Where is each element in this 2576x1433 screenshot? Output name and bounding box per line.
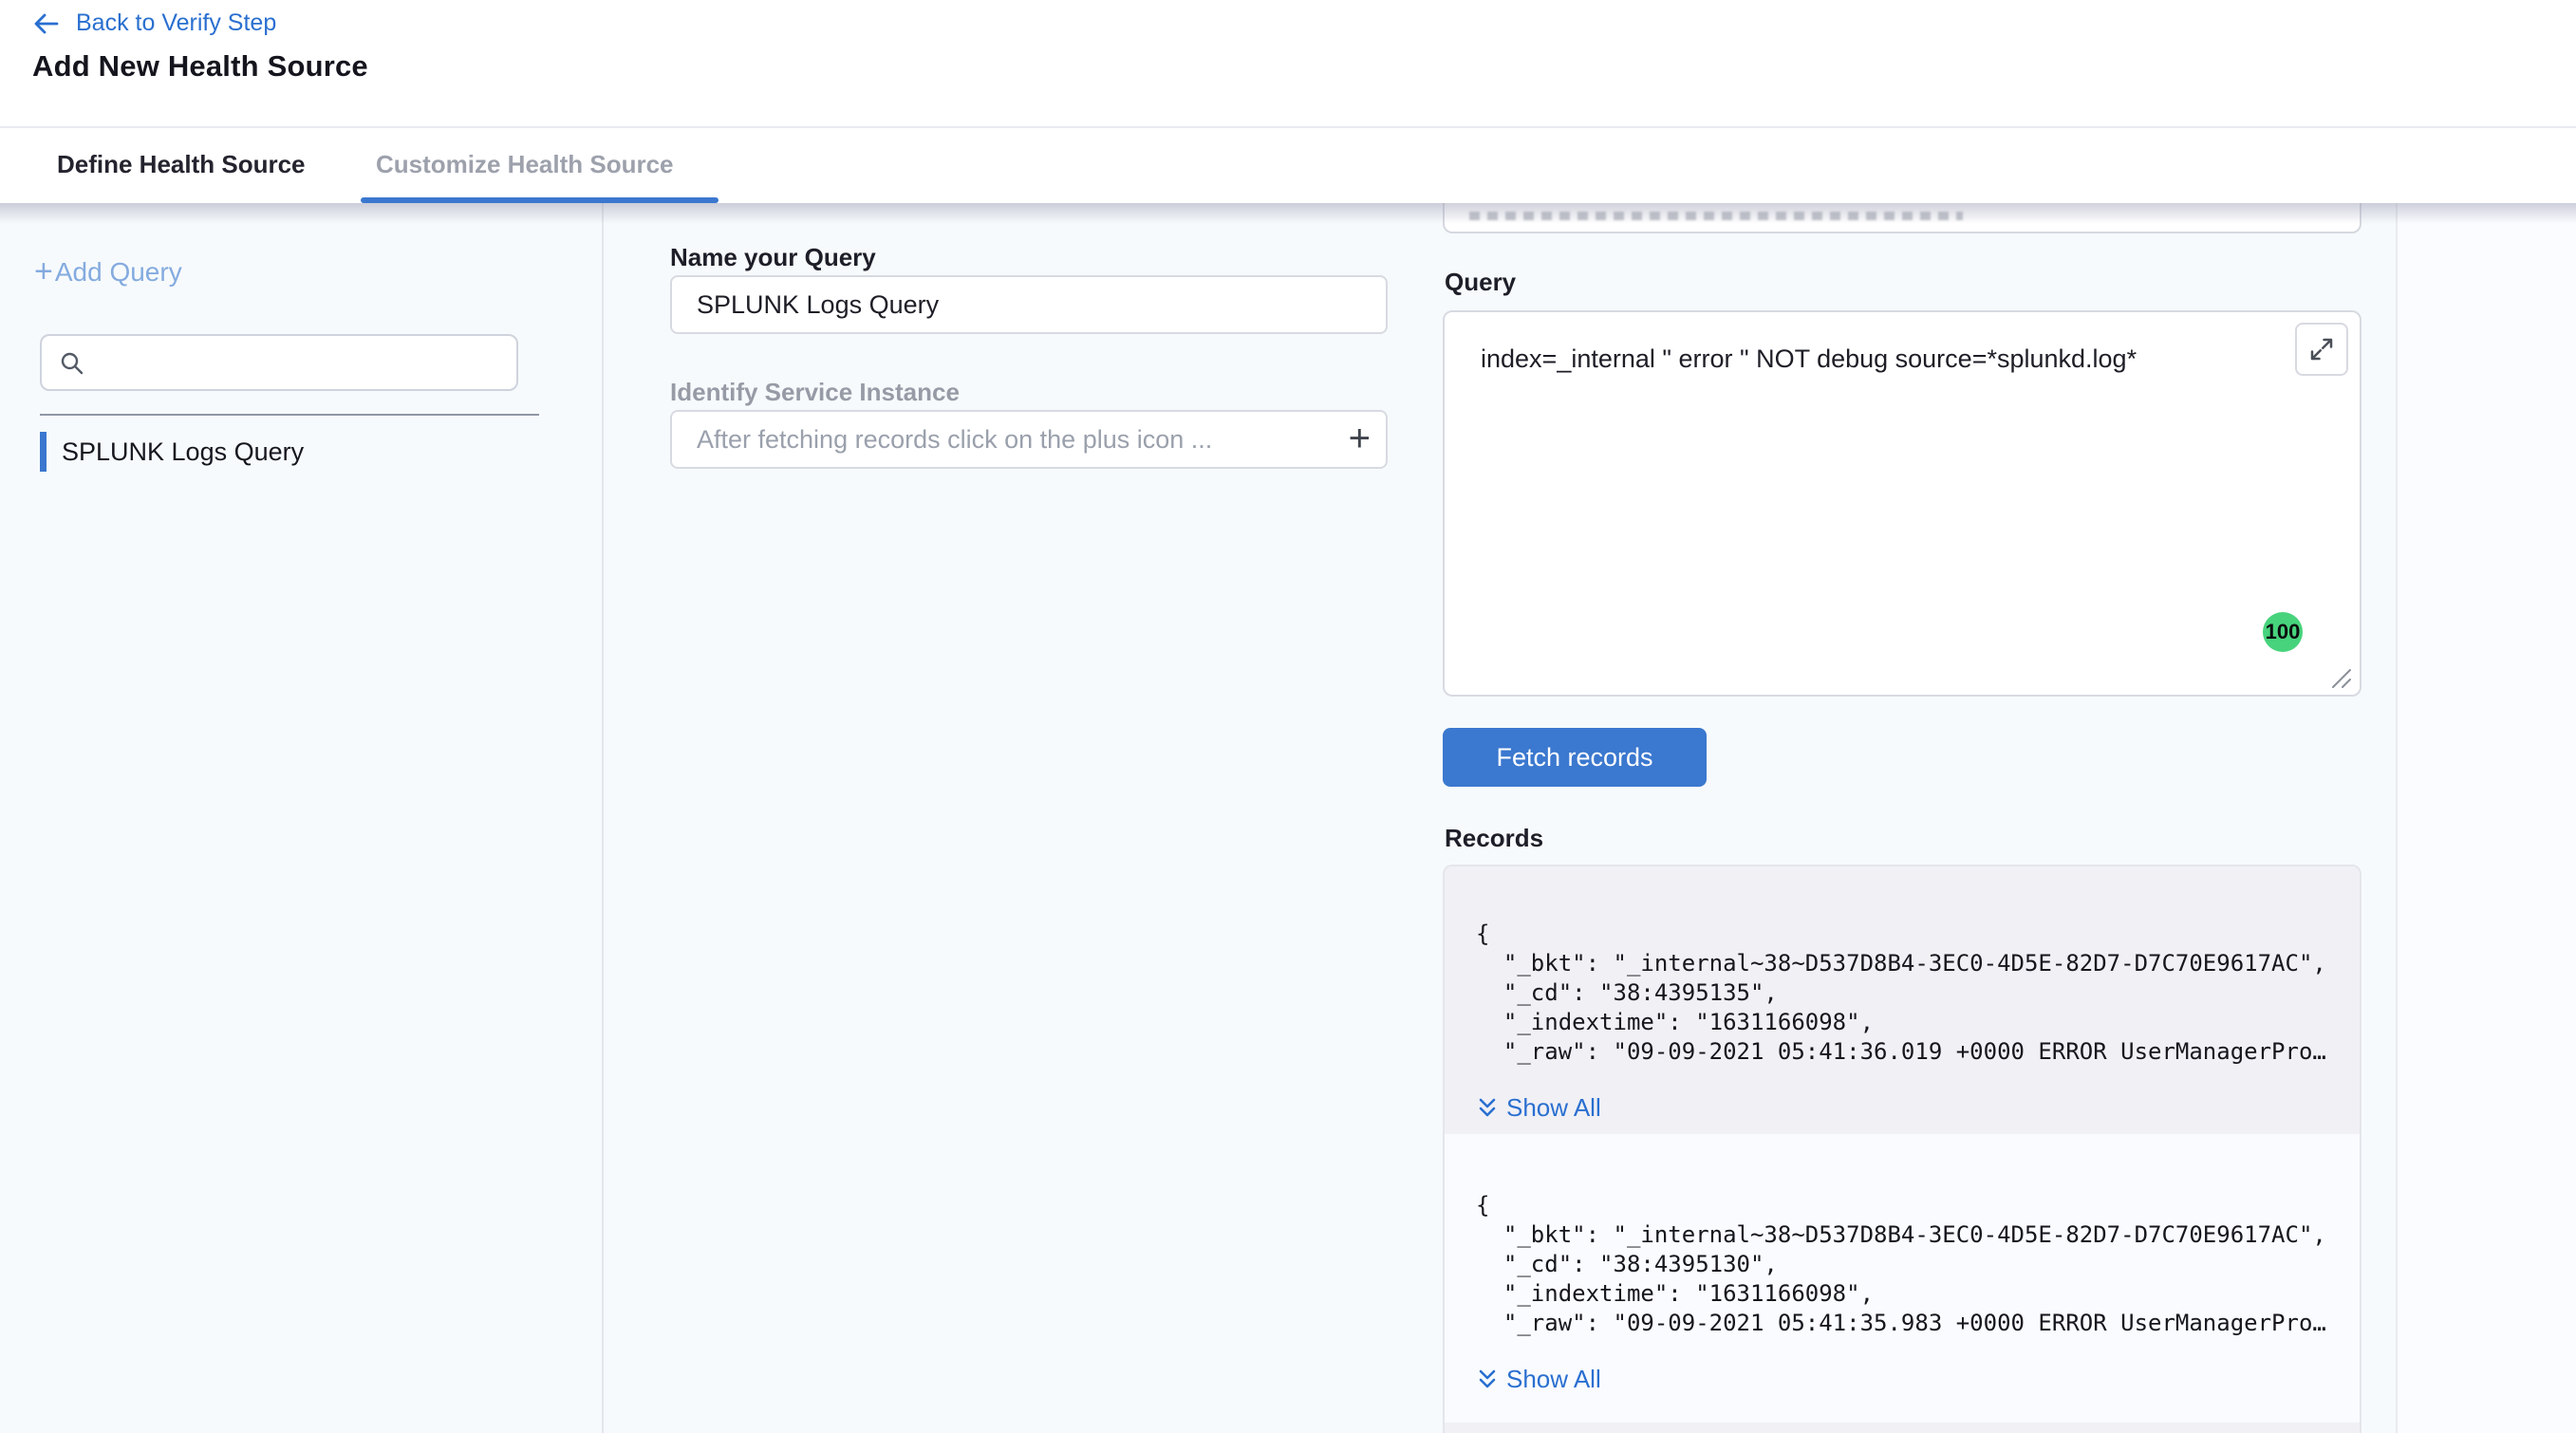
expand-query-button[interactable] — [2295, 323, 2348, 376]
double-chevron-down-icon — [1476, 1368, 1499, 1392]
query-name-input[interactable] — [670, 275, 1388, 334]
query-search-box — [40, 334, 518, 391]
sidebar-list-divider — [40, 414, 539, 416]
header-divider — [0, 126, 2576, 128]
show-all-label: Show All — [1506, 1365, 1601, 1394]
add-health-source-page: Back to Verify Step Add New Health Sourc… — [0, 0, 2576, 1433]
search-icon — [59, 350, 85, 377]
query-label: Query — [1445, 268, 1516, 297]
records-list: { "_bkt": "_internal~38~D537D8B4-3EC0-4D… — [1443, 865, 2361, 1433]
sidebar-item-splunk-logs-query[interactable]: SPLUNK Logs Query — [40, 431, 552, 473]
clipped-field-above[interactable] — [1443, 203, 2361, 233]
records-label: Records — [1445, 824, 1543, 853]
query-editor: index=_internal " error " NOT debug sour… — [1443, 310, 2361, 697]
tab-customize-health-source[interactable]: Customize Health Source — [376, 150, 674, 179]
double-chevron-down-icon — [1476, 1096, 1499, 1121]
show-all-link[interactable]: Show All — [1476, 1365, 2335, 1394]
record-card: { "_bkt": "_internal~38~D537D8B4-3EC0-4D… — [1445, 866, 2360, 1134]
service-instance-label: Identify Service Instance — [670, 378, 960, 407]
fetch-records-button[interactable]: Fetch records — [1443, 728, 1707, 787]
arrow-left-icon — [32, 11, 61, 36]
query-item-label: SPLUNK Logs Query — [62, 437, 304, 467]
show-all-link[interactable]: Show All — [1476, 1093, 2335, 1123]
add-query-label: Add Query — [55, 257, 182, 288]
service-instance-field: + — [670, 410, 1388, 469]
selected-indicator-bar — [40, 432, 47, 472]
content-area: + Add Query SPLUNK Logs Query Name your … — [0, 203, 2576, 1433]
sidebar-divider — [602, 203, 604, 1433]
add-service-instance-plus-icon[interactable]: + — [1349, 416, 1371, 461]
record-json: { "_bkt": "_internal~38~D537D8B4-3EC0-4D… — [1476, 1191, 2335, 1338]
search-input[interactable] — [97, 336, 505, 389]
page-title: Add New Health Source — [32, 49, 368, 84]
back-to-verify-link[interactable]: Back to Verify Step — [32, 9, 276, 37]
add-query-button[interactable]: + Add Query — [34, 256, 182, 288]
expand-icon — [2307, 335, 2336, 363]
record-card-partial — [1445, 1423, 2360, 1433]
plus-icon: + — [34, 255, 53, 288]
record-count-badge: 100 — [2263, 612, 2303, 652]
show-all-label: Show All — [1506, 1093, 1601, 1123]
page-header: Back to Verify Step Add New Health Sourc… — [0, 0, 2576, 203]
resize-grip-icon[interactable] — [2327, 664, 2352, 689]
panel-divider — [2396, 203, 2398, 1433]
query-textarea[interactable]: index=_internal " error " NOT debug sour… — [1445, 312, 2360, 695]
right-background-strip — [2398, 203, 2576, 1433]
back-link-label: Back to Verify Step — [76, 9, 276, 37]
record-card: { "_bkt": "_internal~38~D537D8B4-3EC0-4D… — [1445, 1134, 2360, 1423]
name-query-label: Name your Query — [670, 243, 876, 272]
clipped-text-sliver — [1469, 212, 1963, 220]
record-json: { "_bkt": "_internal~38~D537D8B4-3EC0-4D… — [1476, 920, 2335, 1067]
service-instance-input[interactable] — [670, 410, 1388, 469]
tab-define-health-source[interactable]: Define Health Source — [57, 150, 306, 179]
